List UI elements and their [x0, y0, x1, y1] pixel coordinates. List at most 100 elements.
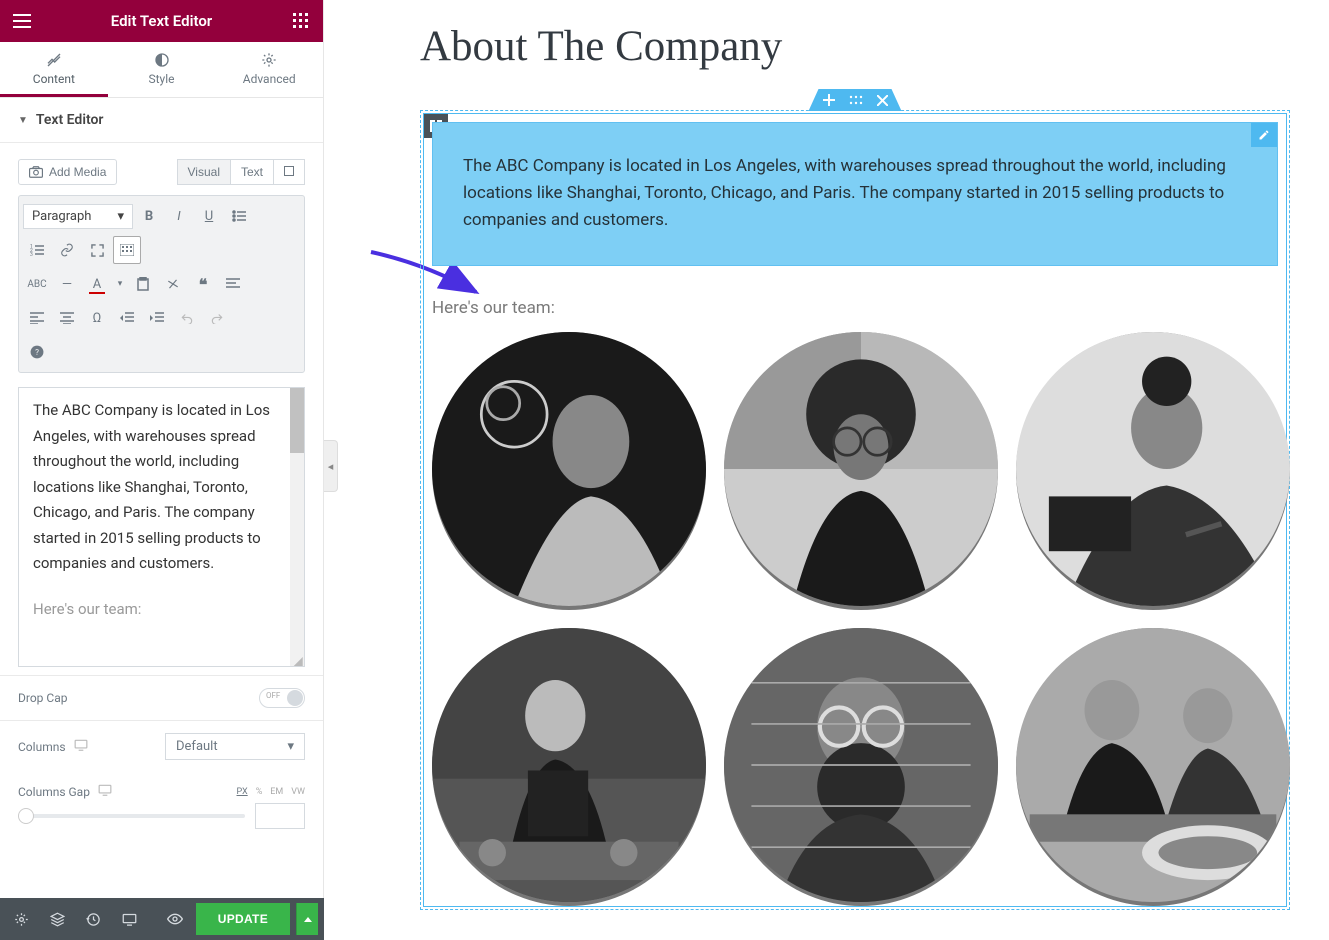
gap-slider[interactable]: [18, 814, 245, 818]
team-label: Here's our team:: [432, 274, 1286, 332]
special-char-button[interactable]: Ω: [83, 304, 111, 332]
tab-content-label: Content: [33, 72, 75, 86]
responsive-icon[interactable]: [114, 904, 144, 934]
update-options-button[interactable]: [296, 903, 318, 935]
editor-panel: Edit Text Editor Content Style Advanced …: [0, 0, 324, 940]
distraction-free-button[interactable]: [273, 159, 305, 185]
svg-text:?: ?: [35, 347, 39, 357]
column-outline[interactable]: The ABC Company is located in Los Angele…: [423, 113, 1287, 907]
apps-icon[interactable]: [291, 11, 311, 31]
link-button[interactable]: [53, 236, 81, 264]
align-button[interactable]: [219, 270, 247, 298]
team-avatar: [432, 332, 706, 610]
visual-tab[interactable]: Visual: [177, 159, 230, 185]
navigator-icon[interactable]: [42, 904, 72, 934]
gap-input[interactable]: [255, 803, 305, 829]
underline-button[interactable]: U: [195, 202, 223, 230]
text-color-button[interactable]: A: [83, 270, 111, 298]
columns-select[interactable]: Default ▾: [165, 733, 305, 760]
team-grid: [424, 332, 1286, 906]
blockquote-button[interactable]: ❝: [189, 270, 217, 298]
resize-handle-icon[interactable]: ◢: [292, 654, 302, 664]
tab-advanced[interactable]: Advanced: [215, 42, 323, 97]
team-avatar: [1016, 628, 1290, 906]
history-icon[interactable]: [78, 904, 108, 934]
gap-units: PX % EM VW: [237, 787, 305, 797]
team-avatar: [432, 628, 706, 906]
dropcap-label: Drop Cap: [18, 691, 67, 705]
content-textarea-body[interactable]: The ABC Company is located in Los Angele…: [19, 388, 304, 666]
text-color-dropdown-icon[interactable]: ▾: [113, 270, 127, 298]
outdent-button[interactable]: [113, 304, 141, 332]
desktop-icon[interactable]: [74, 739, 88, 754]
dropcap-toggle-label: OFF: [266, 691, 280, 700]
desktop-icon[interactable]: [98, 784, 112, 799]
section-outline[interactable]: The ABC Company is located in Los Angele…: [420, 110, 1290, 910]
panel-title: Edit Text Editor: [111, 12, 212, 30]
add-section-button[interactable]: [823, 94, 835, 106]
undo-button[interactable]: [173, 304, 201, 332]
unit-vw[interactable]: VW: [291, 787, 305, 797]
panel-footer: UPDATE: [0, 898, 324, 940]
chevron-down-icon: ▾: [287, 739, 294, 754]
menu-icon[interactable]: [12, 11, 32, 31]
editor-paragraph-2: Here's our team:: [33, 597, 290, 623]
edit-widget-button[interactable]: [1251, 123, 1277, 147]
gap-slider-row: [0, 801, 323, 847]
section-controls: [420, 89, 1290, 111]
preview-icon[interactable]: [160, 904, 190, 934]
section-toggle[interactable]: ▼ Text Editor: [0, 98, 323, 143]
toolbar-toggle-button[interactable]: [113, 236, 141, 264]
add-media-button[interactable]: Add Media: [18, 159, 117, 185]
format-select[interactable]: Paragraph ▾: [23, 204, 133, 229]
panel-header: Edit Text Editor: [0, 0, 323, 42]
italic-button[interactable]: I: [165, 202, 193, 230]
team-avatar: [724, 332, 998, 610]
format-select-label: Paragraph: [32, 209, 91, 224]
editor-paragraph-1: The ABC Company is located in Los Angele…: [33, 398, 290, 577]
tab-content[interactable]: Content: [0, 42, 108, 97]
gap-label: Columns Gap: [18, 785, 90, 799]
bullet-list-button[interactable]: [225, 202, 253, 230]
caret-down-icon: ▼: [18, 115, 28, 126]
content-textarea[interactable]: The ABC Company is located in Los Angele…: [18, 387, 305, 667]
hr-button[interactable]: —: [53, 270, 81, 298]
dropcap-toggle[interactable]: OFF: [259, 688, 305, 708]
delete-section-button[interactable]: [877, 95, 888, 106]
editor-area: Add Media Visual Text Paragraph ▾ B I U: [0, 143, 323, 675]
tab-style-label: Style: [149, 72, 175, 86]
svg-text:3: 3: [30, 252, 33, 256]
strikethrough-button[interactable]: ABC: [23, 270, 51, 298]
tab-advanced-label: Advanced: [243, 72, 296, 86]
team-avatar: [724, 628, 998, 906]
preview-canvas: About The Company The ABC Company is loc…: [420, 22, 1290, 910]
update-button[interactable]: UPDATE: [196, 903, 290, 935]
numbered-list-button[interactable]: 123: [23, 236, 51, 264]
unit-px[interactable]: PX: [237, 787, 248, 797]
unit-percent[interactable]: %: [256, 787, 263, 797]
help-button[interactable]: ?: [23, 338, 51, 366]
wysiwyg-toolbar: Paragraph ▾ B I U 123: [18, 195, 305, 373]
fullscreen-button[interactable]: [83, 236, 111, 264]
tab-style[interactable]: Style: [108, 42, 216, 97]
unit-em[interactable]: EM: [270, 787, 283, 797]
columns-gap-control: Columns Gap PX % EM VW: [0, 772, 323, 801]
redo-button[interactable]: [203, 304, 231, 332]
columns-label: Columns: [18, 740, 66, 754]
bold-button[interactable]: B: [135, 202, 163, 230]
indent-button[interactable]: [143, 304, 171, 332]
align-left-button[interactable]: [23, 304, 51, 332]
panel-collapse-handle[interactable]: ◂: [324, 440, 338, 492]
clear-formatting-button[interactable]: [159, 270, 187, 298]
text-widget[interactable]: The ABC Company is located in Los Angele…: [432, 122, 1278, 266]
paste-text-button[interactable]: [129, 270, 157, 298]
text-tab[interactable]: Text: [230, 159, 273, 185]
settings-icon[interactable]: [6, 904, 36, 934]
align-center-button[interactable]: [53, 304, 81, 332]
section-title-label: Text Editor: [36, 112, 104, 128]
page-title: About The Company: [420, 22, 1290, 71]
dropcap-control: Drop Cap OFF: [0, 675, 323, 720]
chevron-down-icon: ▾: [117, 209, 124, 224]
edit-section-button[interactable]: [849, 95, 863, 105]
textarea-scrollbar[interactable]: [290, 388, 304, 666]
